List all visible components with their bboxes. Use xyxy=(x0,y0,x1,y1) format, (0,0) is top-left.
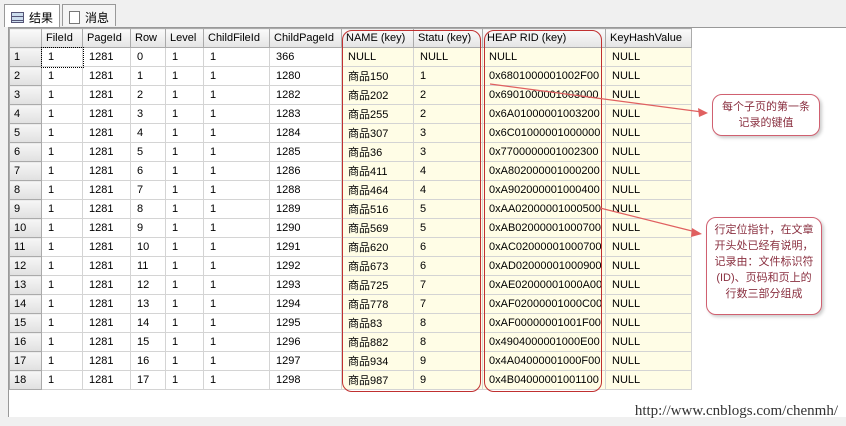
arrow-line-rid xyxy=(599,207,697,233)
annotation-arrows xyxy=(489,83,708,237)
watermark: http://www.cnblogs.com/chenmh/ xyxy=(634,403,838,419)
callout-key-note: 每个子页的第一条记录的键值 xyxy=(712,94,820,136)
callout-rid-note: 行定位指针，在文章开头处已经有说明，记录由：文件标识符(ID)、页码和页上的行数… xyxy=(706,217,822,315)
arrow-head-key xyxy=(698,108,708,117)
arrow-line-key xyxy=(489,83,703,113)
arrow-head-rid xyxy=(691,228,702,237)
